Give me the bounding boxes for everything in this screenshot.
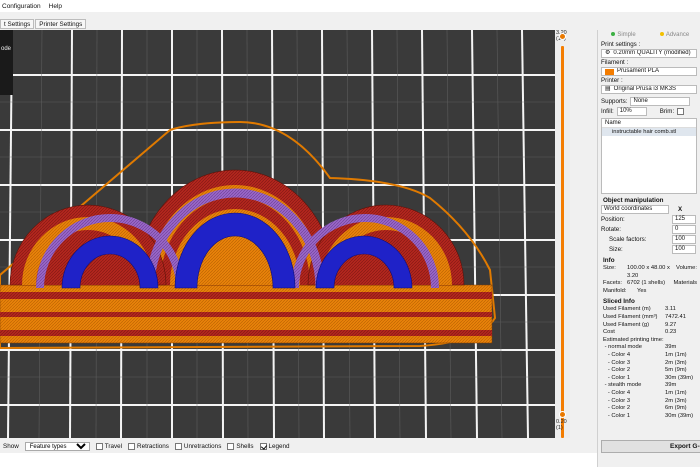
sliced-info-row: - Color 2 6m (9m) <box>603 405 687 412</box>
coordinate-system-select[interactable]: World coordinates <box>601 205 669 214</box>
position-row: Position: 125 <box>601 215 697 224</box>
infill-select[interactable]: 10% <box>616 107 647 116</box>
print-settings-combo[interactable]: ⚙ 0.20mm QUALITY (modified) <box>601 49 697 58</box>
export-gcode-button[interactable]: Export G-co <box>601 440 700 453</box>
layer-slider-bottom-thumb[interactable] <box>559 411 566 418</box>
checkbox-checked-icon[interactable] <box>259 442 267 450</box>
sliced-info-row: Used Filament (g) 9.27 <box>603 321 677 328</box>
view-type-select[interactable]: Feature types <box>24 442 90 451</box>
tab-printer-settings[interactable]: Printer Settings <box>35 19 87 29</box>
advanced-dot-icon <box>659 32 664 36</box>
axis-x-label: X <box>678 206 683 213</box>
sliced-info-row: - Color 1 30m (39m) <box>603 412 694 419</box>
layer-bottom-index: (1) <box>556 425 563 431</box>
menu-configuration[interactable]: Configuration <box>2 3 41 10</box>
brim-checkbox[interactable] <box>677 108 685 115</box>
retractions-checkbox[interactable]: Retractions <box>128 442 169 450</box>
tab-bar: t Settings Printer Settings <box>0 19 700 29</box>
object-manipulation-title: Object manipulation <box>603 197 664 204</box>
legend-checkbox[interactable]: Legend <box>259 442 290 450</box>
rotate-row: Rotate: 0 <box>601 225 697 234</box>
scale-label: Scale factors: <box>609 236 647 243</box>
preview-viewport[interactable]: ode <box>0 30 570 438</box>
supports-row: Supports: None <box>601 97 697 106</box>
sliced-info-row: - Color 3 2m (3m) <box>603 397 687 404</box>
legend-text: ode <box>1 46 12 52</box>
menu-help[interactable]: Help <box>49 3 62 10</box>
printer-combo[interactable]: ▤ Original Prusa i3 MK3S <box>601 85 697 94</box>
menu-bar: Configuration Help <box>0 0 700 12</box>
legend-overlay: ode <box>0 30 13 95</box>
position-x-input[interactable]: 125 <box>672 215 696 224</box>
infill-label: Infill: <box>601 108 614 115</box>
object-list[interactable]: Name instructable hair comb.stl <box>601 118 697 194</box>
travel-checkbox[interactable]: Travel <box>95 442 122 450</box>
sliced-info-row: - normal mode 39m <box>603 344 677 351</box>
simple-dot-icon <box>611 32 616 36</box>
rotate-x-input[interactable]: 0 <box>672 225 696 234</box>
sliced-info-row: - Color 1 30m (39m) <box>603 374 694 381</box>
size-label: Size: <box>609 246 623 253</box>
sliced-info-row: Used Filament (m) 3.11 <box>603 306 676 313</box>
coords-row: World coordinates X <box>601 205 697 214</box>
mode-advanced[interactable]: Advance <box>649 30 700 40</box>
unretractions-checkbox[interactable]: Unretractions <box>174 442 221 450</box>
print-settings-icon: ⚙ <box>605 50 611 56</box>
sliced-info-row: - stealth mode 39m <box>603 382 677 389</box>
object-list-item[interactable]: instructable hair comb.stl <box>602 128 696 136</box>
gcode-preview-canvas <box>0 30 570 438</box>
show-label: Show <box>3 443 19 450</box>
checkbox-icon[interactable] <box>95 442 103 450</box>
size-row: Size: 100 <box>601 245 697 254</box>
checkbox-icon[interactable] <box>174 442 182 450</box>
supports-label: Supports: <box>601 98 628 105</box>
layer-slider-track[interactable] <box>561 46 564 438</box>
rotate-label: Rotate: <box>601 226 621 233</box>
info-manifold: Manifold: Yes <box>603 287 647 294</box>
infill-row: Infill: 10% Brim: <box>601 107 697 116</box>
tab-filament-settings[interactable]: t Settings <box>0 19 35 29</box>
sliced-info-row: - Color 4 1m (1m) <box>603 351 687 358</box>
sliced-info-title: Sliced Info <box>603 298 635 306</box>
position-label: Position: <box>601 216 625 223</box>
sliced-info-list: Used Filament (m) 3.11 Used Filament (mm³)… <box>598 306 700 420</box>
print-settings-label: Print settings : <box>601 41 641 48</box>
checkbox-icon[interactable] <box>128 442 136 450</box>
preview-options-bar: Show Feature types Travel Retractions Un… <box>0 440 597 453</box>
printer-label: Printer : <box>601 77 623 84</box>
sliced-info-row: Cost 0.23 <box>603 329 677 336</box>
checkbox-icon[interactable] <box>227 442 235 450</box>
brim-label: Brim: <box>659 108 675 115</box>
sliced-info-row: Estimated printing time: <box>603 336 664 343</box>
size-x-input[interactable]: 100 <box>672 245 696 254</box>
sliced-info-row: - Color 3 2m (3m) <box>603 359 687 366</box>
sliced-info-row: - Color 4 1m (1m) <box>603 389 687 396</box>
printer-icon: ▤ <box>605 86 611 92</box>
supports-select[interactable]: None <box>630 97 691 106</box>
mode-simple[interactable]: Simple <box>598 30 649 40</box>
filament-combo[interactable]: Prusament PLA <box>601 67 697 76</box>
layer-slider[interactable]: 3.20 (16) 0.20 (1) <box>555 30 570 438</box>
scale-x-input[interactable]: 100 <box>672 235 696 244</box>
shells-checkbox[interactable]: Shells <box>227 442 254 450</box>
info-facets: Facets: 6702 (1 shells) Materials <box>603 280 697 287</box>
filament-label: Filament : <box>601 59 629 66</box>
sliced-info-row: - Color 2 5m (9m) <box>603 367 687 374</box>
info-title: Info <box>603 257 615 264</box>
layer-slider-bottom-label: 0.20 (1) <box>556 419 567 431</box>
info-size: Size: 100.00 x 48.00 x 3.20 Volume: <box>603 265 697 279</box>
status-strip <box>0 453 597 467</box>
scale-row: Scale factors: 100 <box>601 235 697 244</box>
sliced-info-row: Used Filament (mm³) 7472.41 <box>603 313 686 320</box>
mode-switch: Simple Advance <box>598 30 700 40</box>
layer-slider-top-thumb[interactable] <box>559 33 566 40</box>
object-list-header: Name <box>602 119 696 128</box>
filament-color-swatch <box>605 68 614 75</box>
sidebar: Simple Advance Print settings : ⚙ 0.20mm … <box>597 30 700 467</box>
